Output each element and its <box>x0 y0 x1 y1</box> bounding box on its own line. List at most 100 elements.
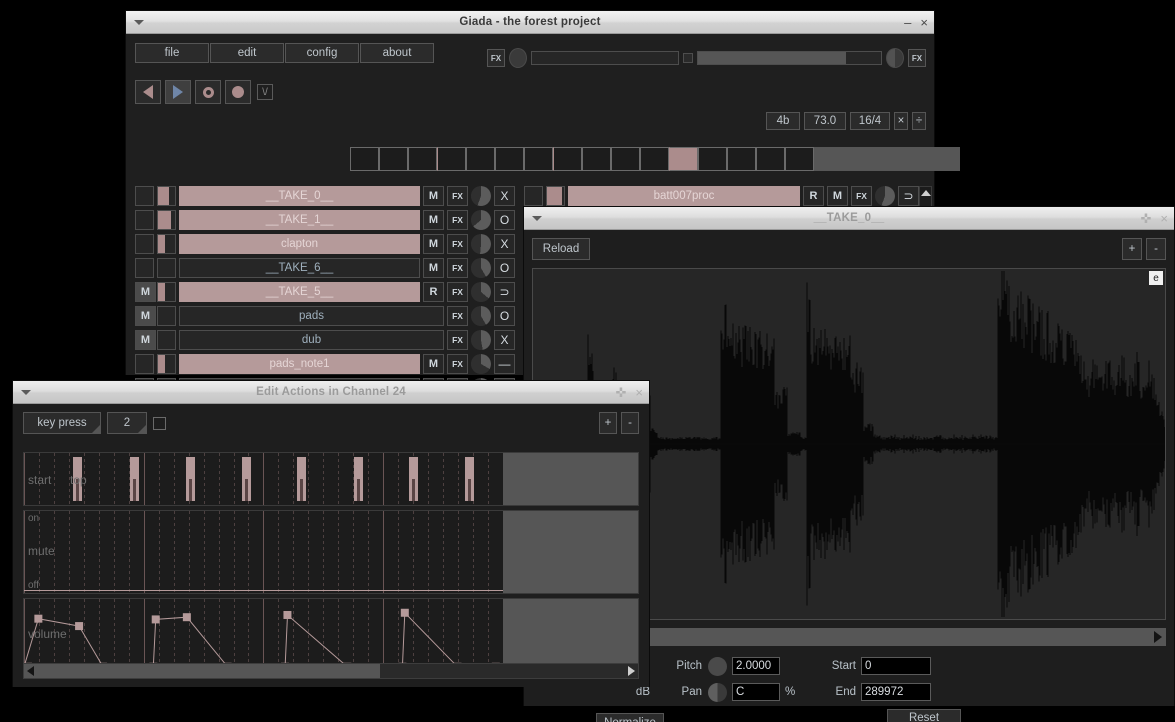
rewind-button[interactable] <box>135 80 161 104</box>
channel-mode-oneshot-press-left-7[interactable]: — <box>494 354 515 374</box>
channel-volume-knob-left-4[interactable] <box>471 282 491 302</box>
beat-cell-2[interactable] <box>379 147 408 171</box>
channel-record-left-4[interactable]: R <box>423 282 444 302</box>
channel-name-left-6[interactable]: dub <box>179 330 444 350</box>
mute-lane[interactable]: on mute off <box>23 510 639 594</box>
channel-mode-oneshot-basic-left-6[interactable]: X <box>494 330 515 350</box>
channel-name-left-0[interactable]: __TAKE_0__ <box>179 186 420 206</box>
menu-edit[interactable]: edit <box>210 43 284 63</box>
channel-mode-loop-basic-left-1[interactable]: O <box>494 210 515 230</box>
volume-point-9[interactable] <box>283 611 291 619</box>
pan-field[interactable]: C <box>732 683 780 701</box>
volume-point-1[interactable] <box>34 615 42 623</box>
beat-cell-12[interactable] <box>669 147 698 171</box>
scrollbar-thumb[interactable] <box>24 664 380 678</box>
master-out-meter[interactable] <box>697 51 882 65</box>
sample-editor-titlebar[interactable]: __TAKE_0__ ✜ × <box>524 207 1174 230</box>
channel-name-left-5[interactable]: pads <box>179 306 444 326</box>
beat-cell-6[interactable] <box>495 147 524 171</box>
reset-button[interactable]: Reset <box>887 709 961 722</box>
edit-actions-scrollbar[interactable] <box>23 663 639 679</box>
beat-cell-4[interactable] <box>437 147 466 171</box>
channel-volume-knob-left-6[interactable] <box>471 330 491 350</box>
beat-cell-15[interactable] <box>756 147 785 171</box>
filter-checkbox[interactable] <box>153 417 166 430</box>
channel-button-left-3[interactable] <box>135 258 154 278</box>
resize-button[interactable]: ✜ <box>1141 212 1152 225</box>
channel-mute-left-2[interactable]: M <box>423 234 444 254</box>
play-button[interactable] <box>165 80 191 104</box>
channel-name-left-1[interactable]: __TAKE_1__ <box>179 210 420 230</box>
channel-volume-knob-left-0[interactable] <box>471 186 491 206</box>
channel-fx-left-5[interactable]: FX <box>447 306 468 326</box>
volume-point-5[interactable] <box>152 615 160 623</box>
menu-config[interactable]: config <box>285 43 359 63</box>
normalize-button[interactable]: Normalize <box>596 713 664 722</box>
channel-fx-left-0[interactable]: FX <box>447 186 468 206</box>
beat-cell-3[interactable] <box>408 147 437 171</box>
channel-button-left-1[interactable] <box>135 210 154 230</box>
zoom-in-button[interactable]: + <box>1122 238 1142 260</box>
main-titlebar[interactable]: Giada - the forest project – × <box>126 11 934 34</box>
channel-name-right-0[interactable]: batt007proc <box>568 186 800 206</box>
beat-cell-5[interactable] <box>466 147 495 171</box>
channel-volume-knob-left-3[interactable] <box>471 258 491 278</box>
beat-cell-13[interactable] <box>698 147 727 171</box>
volume-point-6[interactable] <box>183 613 191 621</box>
channel-button-left-7[interactable] <box>135 354 154 374</box>
channel-mute-left-7[interactable]: M <box>423 354 444 374</box>
beat-cell-14[interactable] <box>727 147 756 171</box>
channel-mute-left-0[interactable]: M <box>423 186 444 206</box>
channel-fx-left-1[interactable]: FX <box>447 210 468 230</box>
channel-name-left-7[interactable]: pads_note1 <box>179 354 420 374</box>
volume-point-12[interactable] <box>401 609 409 617</box>
channel-mode-oneshot-basic-left-2[interactable]: X <box>494 234 515 254</box>
channel-mode-loop-basic-left-3[interactable]: O <box>494 258 515 278</box>
end-field[interactable]: 289972 <box>861 683 931 701</box>
channel-volume-knob-left-7[interactable] <box>471 354 491 374</box>
reload-button[interactable]: Reload <box>532 238 590 260</box>
master-in-volume-knob[interactable] <box>509 48 527 68</box>
master-in-fx-button[interactable]: FX <box>487 49 505 67</box>
master-link-button[interactable] <box>683 53 693 63</box>
remove-action-button[interactable]: - <box>621 412 639 434</box>
add-action-button[interactable]: + <box>599 412 617 434</box>
channel-fx-left-7[interactable]: FX <box>447 354 468 374</box>
pitch-field[interactable]: 2.0000 <box>732 657 780 675</box>
edit-actions-menu-button[interactable] <box>13 390 39 395</box>
channel-name-left-2[interactable]: clapton <box>179 234 420 254</box>
master-in-meter[interactable] <box>531 51 679 65</box>
edit-actions-titlebar[interactable]: Edit Actions in Channel 24 ✜ × <box>13 381 649 404</box>
record-input-button[interactable] <box>225 80 251 104</box>
window-menu-button[interactable] <box>126 20 152 25</box>
beat-cell-11[interactable] <box>640 147 669 171</box>
beat-cell-10[interactable] <box>611 147 640 171</box>
channel-name-left-3[interactable]: __TAKE_6__ <box>179 258 420 278</box>
channel-button-left-0[interactable] <box>135 186 154 206</box>
menu-about[interactable]: about <box>360 43 434 63</box>
master-out-fx-button[interactable]: FX <box>908 49 926 67</box>
channel-mode-loop-once-right-0[interactable]: ⊃ <box>898 186 919 206</box>
channel-mute-left-1[interactable]: M <box>423 210 444 230</box>
channel-fx-right-0[interactable]: FX <box>851 186 872 206</box>
close-button[interactable]: × <box>1160 212 1168 225</box>
metronome-button[interactable]: \/ <box>257 84 273 100</box>
minimize-button[interactable]: – <box>904 16 911 29</box>
channel-volume-knob-right-0[interactable] <box>875 186 895 206</box>
channel-mode-oneshot-basic-left-0[interactable]: X <box>494 186 515 206</box>
channel-mute-left-6[interactable]: M <box>135 330 156 350</box>
beat-cell-7[interactable] <box>524 147 553 171</box>
beats-button[interactable]: 4b <box>766 112 800 130</box>
channel-volume-knob-left-1[interactable] <box>471 210 491 230</box>
close-button[interactable]: × <box>635 386 643 399</box>
pan-knob[interactable] <box>708 683 727 702</box>
channel-fx-left-2[interactable]: FX <box>447 234 468 254</box>
divide-button[interactable]: ÷ <box>912 112 926 130</box>
resize-button[interactable]: ✜ <box>616 386 627 399</box>
start-stop-lane[interactable]: start top <box>23 452 639 506</box>
master-out-volume-knob[interactable] <box>886 48 904 68</box>
bpm-button[interactable]: 73.0 <box>804 112 846 130</box>
menu-file[interactable]: file <box>135 43 209 63</box>
beat-meter[interactable] <box>350 147 960 171</box>
volume-point-2[interactable] <box>75 622 83 630</box>
